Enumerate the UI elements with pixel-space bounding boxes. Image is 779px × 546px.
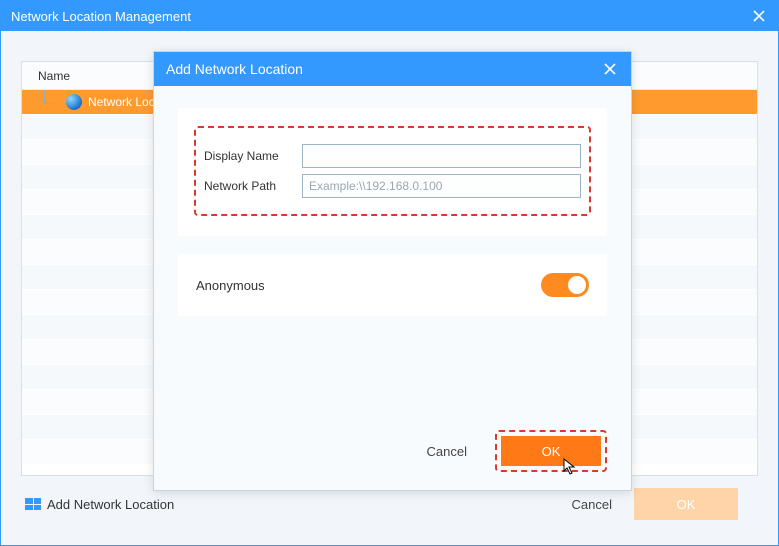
ok-button[interactable]: OK [634,488,738,520]
fields-panel: Display Name Network Path [178,108,607,236]
grid-icon [25,498,41,510]
ok-highlight: OK [495,430,607,472]
main-titlebar: Network Location Management [1,1,778,31]
main-actions: Cancel OK [564,488,738,520]
modal-titlebar: Add Network Location [154,52,631,86]
globe-icon [66,94,82,110]
ok-button[interactable]: OK [501,436,601,466]
main-title: Network Location Management [11,9,191,24]
row-label: Network Loc [88,95,155,109]
toggle-knob-icon [568,276,586,294]
cancel-button[interactable]: Cancel [564,491,620,518]
anonymous-toggle[interactable] [541,273,589,297]
close-icon[interactable] [750,7,768,25]
display-name-row: Display Name [204,144,581,168]
fields-highlight: Display Name Network Path [194,126,591,216]
modal-title: Add Network Location [166,61,303,77]
display-name-label: Display Name [204,149,294,163]
tree-connector-icon [38,90,60,115]
cancel-button[interactable]: Cancel [419,438,475,465]
display-name-input[interactable] [302,144,581,168]
anonymous-label: Anonymous [196,278,265,293]
modal-actions: Cancel OK [419,430,607,472]
add-network-location-link[interactable]: Add Network Location [25,497,174,512]
anonymous-panel: Anonymous [178,254,607,316]
add-link-label: Add Network Location [47,497,174,512]
add-location-modal: Add Network Location Display Name Networ… [153,51,632,491]
modal-body: Display Name Network Path Anonymous [154,86,631,316]
network-path-input[interactable] [302,174,581,198]
close-icon[interactable] [601,60,619,78]
network-path-row: Network Path [204,174,581,198]
column-name: Name [38,69,70,83]
network-path-label: Network Path [204,179,294,193]
